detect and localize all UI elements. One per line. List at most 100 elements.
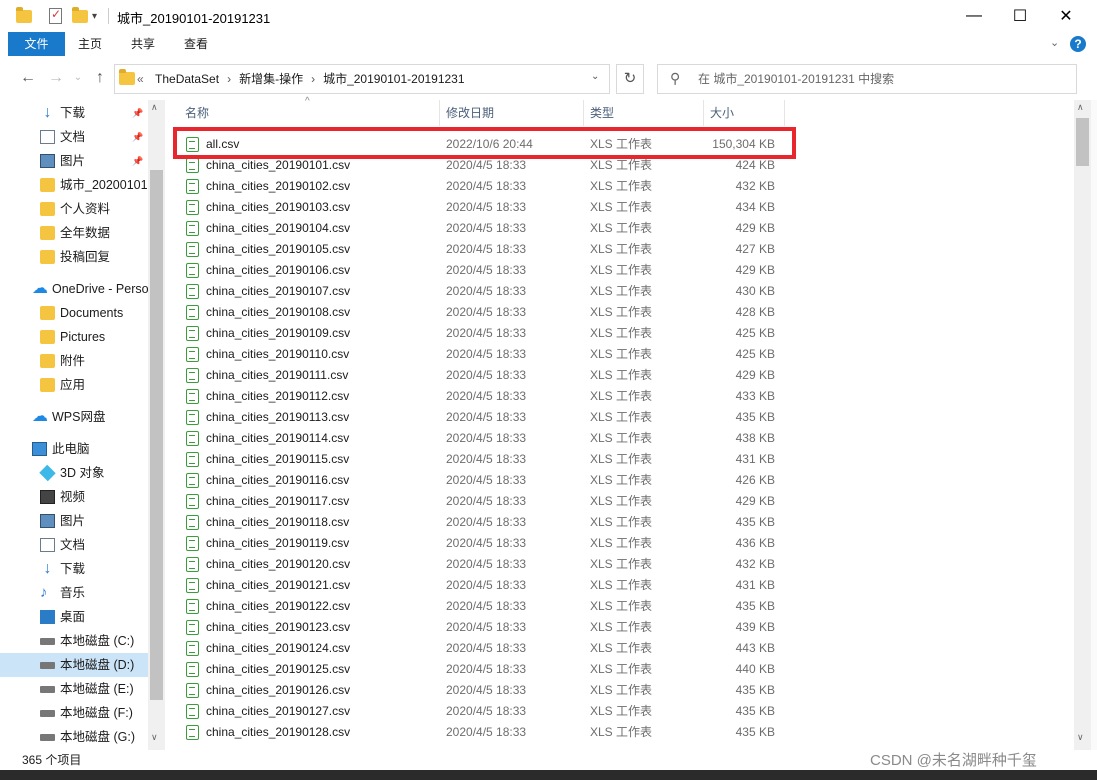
file-row[interactable]: china_cities_20190118.csv 2020/4/5 18:33 X… <box>165 512 785 533</box>
sidebar-item[interactable]: Pictures <box>0 325 148 349</box>
sidebar-item[interactable]: 本地磁盘 (D:) <box>0 653 148 677</box>
file-row[interactable]: china_cities_20190120.csv 2020/4/5 18:33 X… <box>165 554 785 575</box>
sidebar-item[interactable]: 全年数据 <box>0 221 148 245</box>
sidebar-item[interactable]: 本地磁盘 (C:) <box>0 629 148 653</box>
file-row[interactable]: china_cities_20190117.csv 2020/4/5 18:33 X… <box>165 491 785 512</box>
expand-ribbon-icon[interactable]: ⌄ <box>1050 36 1059 49</box>
sidebar-item[interactable]: 视频 <box>0 485 148 509</box>
file-name: china_cities_20190114.csv <box>206 431 350 445</box>
file-list-scroll-thumb[interactable] <box>1076 118 1089 166</box>
file-name: china_cities_20190126.csv <box>206 683 351 697</box>
new-folder-icon[interactable] <box>72 6 88 26</box>
file-row[interactable]: china_cities_20190103.csv 2020/4/5 18:33 X… <box>165 197 785 218</box>
breadcrumb-item[interactable]: 新增集-操作 <box>239 72 303 86</box>
file-row[interactable]: china_cities_20190107.csv 2020/4/5 18:33 X… <box>165 281 785 302</box>
properties-icon[interactable] <box>49 6 62 26</box>
file-row[interactable]: china_cities_20190119.csv 2020/4/5 18:33 X… <box>165 533 785 554</box>
file-row[interactable]: china_cities_20190122.csv 2020/4/5 18:33 X… <box>165 596 785 617</box>
sidebar-item[interactable]: 此电脑 <box>0 437 148 461</box>
sidebar-item[interactable]: 个人资料 <box>0 197 148 221</box>
sidebar-item[interactable]: 桌面 <box>0 605 148 629</box>
file-name: china_cities_20190107.csv <box>206 284 351 298</box>
sidebar-item-label: 本地磁盘 (D:) <box>60 658 135 672</box>
scroll-up-icon[interactable]: ∧ <box>1077 102 1084 113</box>
file-row[interactable]: china_cities_20190116.csv 2020/4/5 18:33 X… <box>165 470 785 491</box>
sidebar-item[interactable]: 图片 📌 <box>0 149 148 173</box>
sidebar-item[interactable]: ↓ 下载 📌 <box>0 101 148 125</box>
folder-icon <box>40 330 55 344</box>
sidebar-item[interactable]: 本地磁盘 (E:) <box>0 677 148 701</box>
minimize-button[interactable]: — <box>951 0 997 32</box>
refresh-icon[interactable]: ↻ <box>616 64 644 94</box>
address-dropdown-icon[interactable]: ⌄ <box>591 71 599 82</box>
close-button[interactable]: ✕ <box>1043 0 1089 32</box>
sidebar-item[interactable]: 投稿回复 <box>0 245 148 269</box>
file-row[interactable]: china_cities_20190127.csv 2020/4/5 18:33 X… <box>165 701 785 722</box>
breadcrumb-item[interactable]: 城市_20190101-20191231 <box>323 72 464 86</box>
sidebar-item-label: 下载 <box>60 106 86 120</box>
sidebar-item[interactable]: 文档 📌 <box>0 125 148 149</box>
file-type: XLS 工作表 <box>590 221 653 235</box>
sidebar-item[interactable]: 应用 <box>0 373 148 397</box>
sidebar-item[interactable]: ♪ 音乐 <box>0 581 148 605</box>
file-row[interactable]: china_cities_20190115.csv 2020/4/5 18:33 X… <box>165 449 785 470</box>
sidebar-item[interactable]: 3D 对象 <box>0 461 148 485</box>
file-row[interactable]: china_cities_20190102.csv 2020/4/5 18:33 X… <box>165 176 785 197</box>
column-divider[interactable] <box>784 100 785 126</box>
column-header-type[interactable]: 类型 <box>584 100 703 126</box>
scroll-down-icon[interactable]: ∨ <box>1077 732 1084 743</box>
file-row[interactable]: china_cities_20190128.csv 2020/4/5 18:33 X… <box>165 722 785 743</box>
file-row[interactable]: china_cities_20190125.csv 2020/4/5 18:33 X… <box>165 659 785 680</box>
sidebar-item[interactable]: Documents <box>0 301 148 325</box>
recent-locations-icon[interactable]: ⌄ <box>68 68 88 88</box>
forward-arrow-icon[interactable]: → <box>46 68 66 88</box>
scroll-down-icon[interactable]: ∨ <box>151 732 158 743</box>
file-row[interactable]: china_cities_20190109.csv 2020/4/5 18:33 X… <box>165 323 785 344</box>
tab-view[interactable]: 查看 <box>176 32 216 56</box>
file-list-scrollbar[interactable]: ∧ ∨ <box>1074 100 1091 750</box>
scroll-up-icon[interactable]: ∧ <box>151 102 158 113</box>
tab-file[interactable]: 文件 <box>8 32 65 56</box>
breadcrumb-overflow[interactable]: « <box>137 72 144 86</box>
column-header-date[interactable]: 修改日期 <box>440 100 583 126</box>
file-row[interactable]: china_cities_20190114.csv 2020/4/5 18:33 X… <box>165 428 785 449</box>
maximize-button[interactable]: ☐ <box>997 0 1043 32</box>
tab-share[interactable]: 共享 <box>123 32 163 56</box>
sidebar-item[interactable]: 附件 <box>0 349 148 373</box>
file-row[interactable]: china_cities_20190106.csv 2020/4/5 18:33 X… <box>165 260 785 281</box>
customize-toolbar-icon[interactable]: ▾ <box>92 6 97 26</box>
column-header-size[interactable]: 大小 <box>704 100 784 126</box>
file-row[interactable]: china_cities_20190126.csv 2020/4/5 18:33 X… <box>165 680 785 701</box>
back-arrow-icon[interactable]: ← <box>18 68 38 88</box>
sidebar-item[interactable]: ↓ 下载 <box>0 557 148 581</box>
sidebar-item[interactable]: 图片 <box>0 509 148 533</box>
tab-home[interactable]: 主页 <box>70 32 110 56</box>
file-row[interactable]: china_cities_20190110.csv 2020/4/5 18:33 X… <box>165 344 785 365</box>
sidebar-item[interactable]: 文档 <box>0 533 148 557</box>
file-row[interactable]: china_cities_20190108.csv 2020/4/5 18:33 X… <box>165 302 785 323</box>
sidebar-item[interactable]: ☁ WPS网盘 <box>0 405 148 429</box>
file-row[interactable]: china_cities_20190104.csv 2020/4/5 18:33 X… <box>165 218 785 239</box>
column-header-name[interactable]: 名称 <box>179 100 439 126</box>
file-row[interactable]: china_cities_20190112.csv 2020/4/5 18:33 X… <box>165 386 785 407</box>
file-date: 2020/4/5 18:33 <box>446 494 527 508</box>
sidebar-item[interactable]: 城市_20200101 <box>0 173 148 197</box>
file-row[interactable]: china_cities_20190124.csv 2020/4/5 18:33 X… <box>165 638 785 659</box>
file-row[interactable]: china_cities_20190111.csv 2020/4/5 18:33 X… <box>165 365 785 386</box>
file-name: china_cities_20190128.csv <box>206 725 351 739</box>
file-size: 425 KB <box>735 326 775 340</box>
file-row[interactable]: china_cities_20190123.csv 2020/4/5 18:33 X… <box>165 617 785 638</box>
sidebar-item[interactable]: ☁ OneDrive - Perso <box>0 277 148 301</box>
sidebar-scrollbar[interactable]: ∧ ∨ <box>148 100 165 750</box>
sidebar-item[interactable]: 本地磁盘 (G:) <box>0 725 148 749</box>
search-input[interactable]: ⚲ 在 城市_20190101-20191231 中搜索 <box>657 64 1077 94</box>
sidebar-item[interactable]: 本地磁盘 (F:) <box>0 701 148 725</box>
file-row[interactable]: china_cities_20190105.csv 2020/4/5 18:33 X… <box>165 239 785 260</box>
breadcrumb-item[interactable]: TheDataSet <box>155 72 219 86</box>
sidebar-scroll-thumb[interactable] <box>150 170 163 700</box>
address-bar[interactable]: « TheDataSet › 新增集-操作 › 城市_20190101-20191231… <box>114 64 610 94</box>
help-icon[interactable]: ? <box>1070 36 1086 52</box>
up-arrow-icon[interactable]: ↑ <box>90 68 110 88</box>
file-row[interactable]: china_cities_20190113.csv 2020/4/5 18:33 X… <box>165 407 785 428</box>
file-row[interactable]: china_cities_20190121.csv 2020/4/5 18:33 X… <box>165 575 785 596</box>
